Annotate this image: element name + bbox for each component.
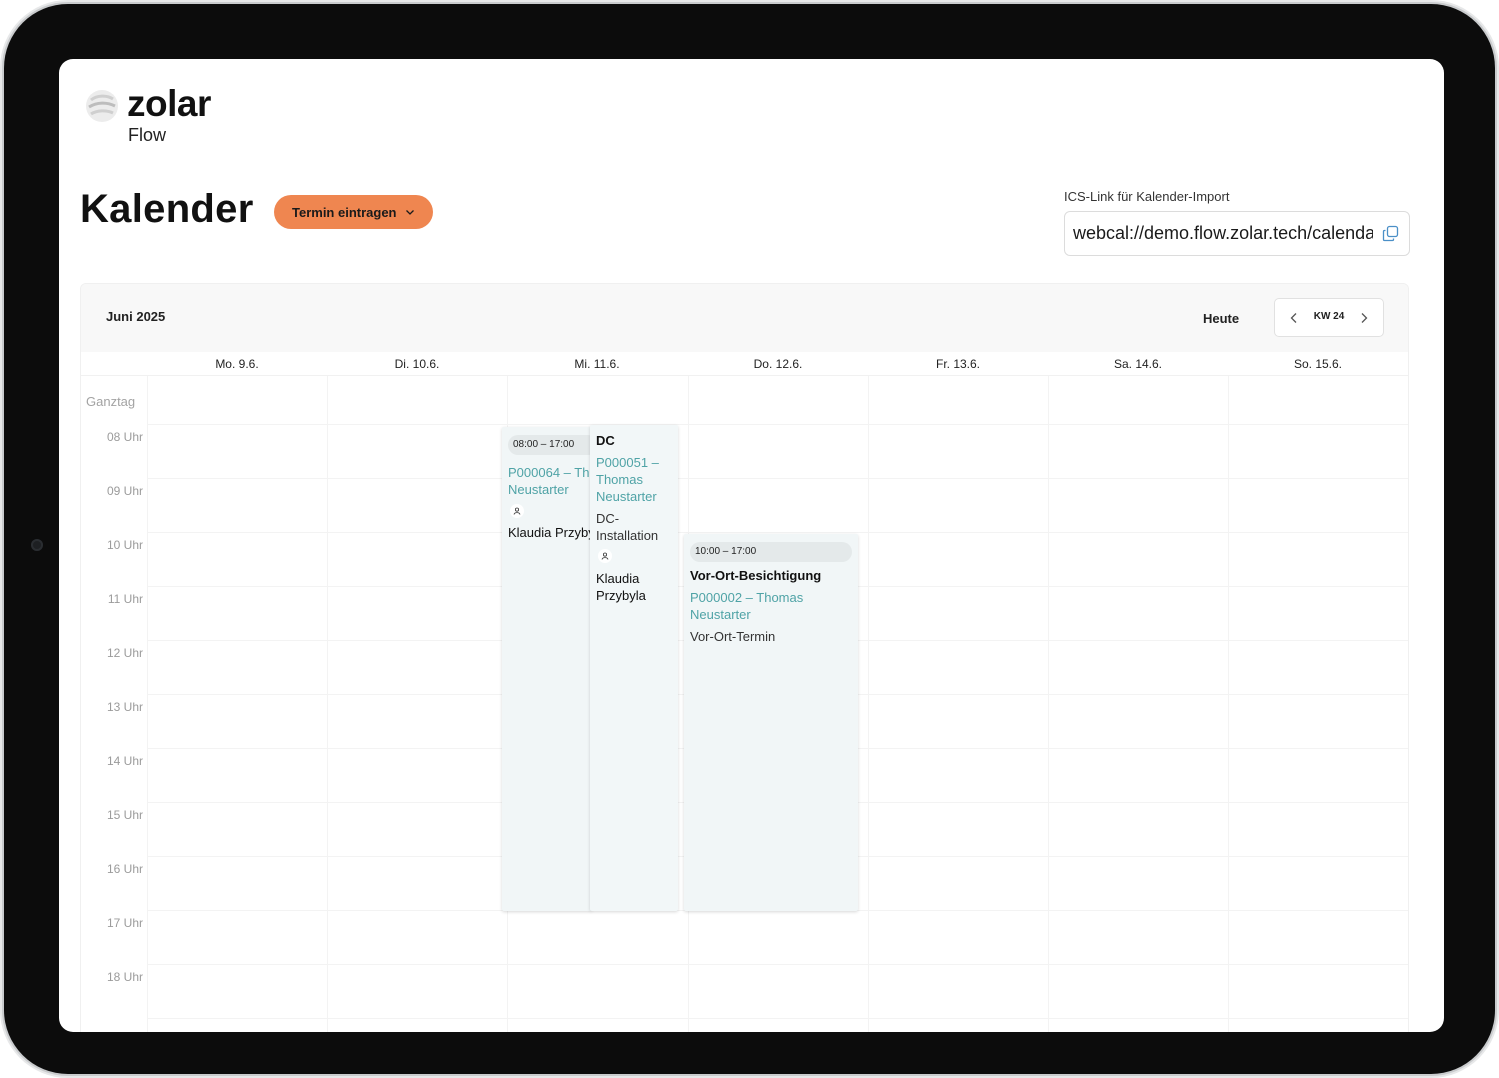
event-project-link[interactable]: Neustarter bbox=[690, 606, 751, 623]
copy-icon[interactable] bbox=[1382, 225, 1399, 242]
person-icon bbox=[510, 504, 524, 518]
zolar-logo-icon bbox=[86, 90, 118, 122]
event-assignee: Przybyla bbox=[596, 588, 646, 603]
product-name: Flow bbox=[128, 125, 167, 145]
hour-label: 14 Uhr bbox=[106, 754, 143, 768]
day-header[interactable]: Di. 10.6. bbox=[327, 357, 507, 371]
grid-line bbox=[868, 376, 869, 1032]
day-header[interactable]: So. 15.6. bbox=[1228, 357, 1408, 371]
event-project-link[interactable]: P000002 – Thomas bbox=[690, 589, 803, 606]
calendar-event[interactable]: 08:00 – 17:00 P000064 – Thomas Neustarte… bbox=[502, 427, 592, 911]
hour-label: 12 Uhr bbox=[106, 646, 143, 660]
event-description: DC- bbox=[596, 511, 620, 526]
hour-label: 09 Uhr bbox=[106, 484, 143, 498]
event-title: Vor-Ort-Besichtigung bbox=[690, 568, 822, 583]
event-title: DC bbox=[596, 433, 615, 448]
time-grid[interactable]: Ganztag 08 Uhr 09 Uhr 10 Uhr 11 Uhr 12 U… bbox=[81, 376, 1408, 1032]
event-project-link[interactable]: Neustarter bbox=[508, 481, 569, 498]
current-month: Juni 2025 bbox=[106, 309, 166, 324]
event-assignee: Klaudia bbox=[596, 571, 640, 586]
day-header[interactable]: Mo. 9.6. bbox=[147, 357, 327, 371]
app-screen: zolar Flow Kalender Termin eintragen ICS… bbox=[59, 59, 1444, 1032]
grid-line bbox=[147, 376, 148, 1032]
event-description: Vor-Ort-Termin bbox=[690, 629, 776, 644]
hour-label: 18 Uhr bbox=[106, 970, 143, 984]
event-time: 10:00 – 17:00 bbox=[690, 542, 852, 562]
event-time: 08:00 – 17:00 bbox=[508, 435, 592, 455]
today-button[interactable]: Heute bbox=[1193, 302, 1249, 334]
grid-line bbox=[1048, 376, 1049, 1032]
hour-label: 17 Uhr bbox=[106, 916, 143, 930]
chevron-down-icon bbox=[405, 210, 414, 215]
add-appointment-button[interactable]: Termin eintragen bbox=[274, 195, 433, 229]
grid-line bbox=[147, 532, 1408, 533]
day-header[interactable]: Sa. 14.6. bbox=[1048, 357, 1228, 371]
hour-label: 11 Uhr bbox=[107, 592, 143, 606]
calendar-event[interactable]: DC P000051 – Thomas Neustarter DC- Insta… bbox=[590, 425, 678, 911]
hour-label: 16 Uhr bbox=[106, 862, 143, 876]
calendar: Juni 2025 Heute KW 24 Mo. 9.6. Di. 10.6.… bbox=[80, 283, 1409, 1032]
hour-label: 13 Uhr bbox=[106, 700, 143, 714]
event-project-link[interactable]: P000051 – bbox=[596, 454, 659, 471]
calendar-toolbar: Juni 2025 Heute KW 24 bbox=[81, 284, 1408, 352]
grid-line bbox=[147, 478, 1408, 479]
ics-link-input[interactable] bbox=[1073, 212, 1373, 255]
page-title: Kalender bbox=[80, 187, 254, 231]
hour-label: 15 Uhr bbox=[106, 808, 143, 822]
hour-label: 08 Uhr bbox=[106, 430, 143, 444]
event-project-link[interactable]: Thomas bbox=[596, 471, 643, 488]
grid-line bbox=[327, 376, 328, 1032]
ics-link-label: ICS-Link für Kalender-Import bbox=[1064, 189, 1230, 204]
person-icon bbox=[598, 549, 612, 563]
hour-label: 10 Uhr bbox=[106, 538, 143, 552]
grid-line bbox=[147, 1018, 1408, 1019]
all-day-label: Ganztag bbox=[86, 394, 136, 409]
day-header[interactable]: Do. 12.6. bbox=[688, 357, 868, 371]
grid-line bbox=[147, 964, 1408, 965]
camera bbox=[31, 539, 43, 551]
calendar-event[interactable]: 10:00 – 17:00 Vor-Ort-Besichtigung P0000… bbox=[684, 534, 858, 911]
event-description: Installation bbox=[596, 528, 659, 543]
event-project-link[interactable]: P000064 – Thomas bbox=[508, 464, 592, 481]
event-assignee: Klaudia Przybyla bbox=[508, 525, 592, 540]
weekday-header: Mo. 9.6. Di. 10.6. Mi. 11.6. Do. 12.6. F… bbox=[81, 352, 1408, 376]
add-appointment-label: Termin eintragen bbox=[292, 204, 397, 220]
chevron-right-icon[interactable] bbox=[1357, 311, 1371, 325]
grid-line bbox=[147, 424, 1408, 425]
day-header[interactable]: Mi. 11.6. bbox=[507, 357, 687, 371]
day-header[interactable]: Fr. 13.6. bbox=[868, 357, 1048, 371]
brand-name: zolar bbox=[127, 83, 211, 124]
event-project-link[interactable]: Neustarter bbox=[596, 488, 657, 505]
grid-line bbox=[1228, 376, 1229, 1032]
ics-link-field bbox=[1064, 211, 1410, 256]
week-navigator: KW 24 bbox=[1274, 298, 1384, 337]
